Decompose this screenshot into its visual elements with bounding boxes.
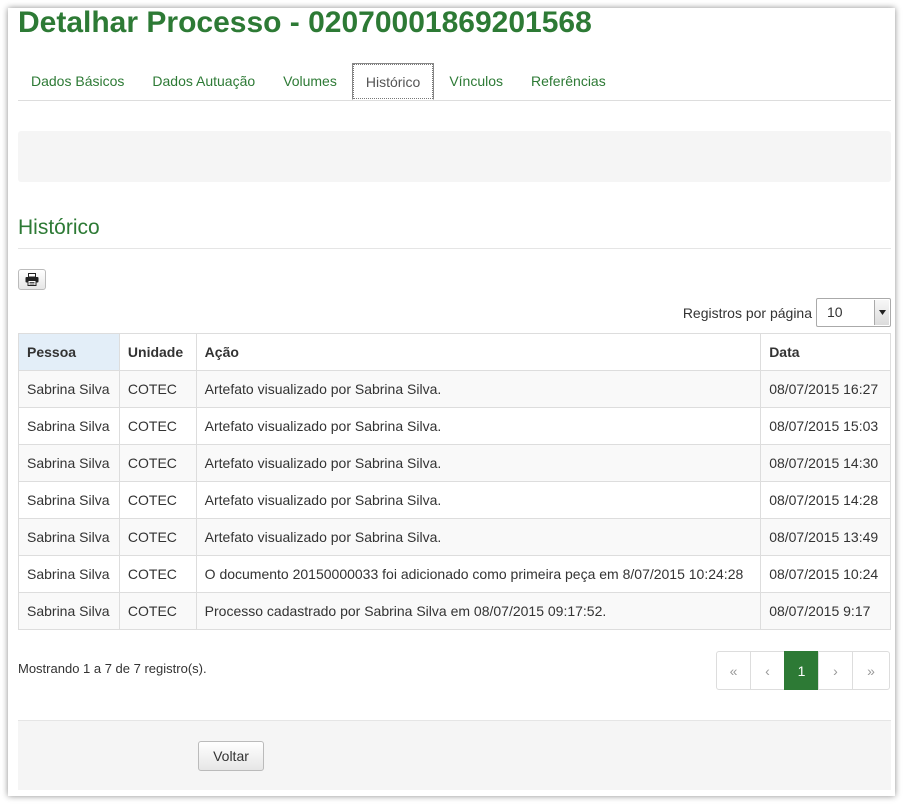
column-header-unidade[interactable]: Unidade [118, 333, 197, 371]
back-button[interactable]: Voltar [198, 741, 264, 771]
tab-bar: Dados Básicos Dados Autuação Volumes His… [18, 63, 891, 101]
cell-unidade: COTEC [118, 407, 197, 445]
column-header-pessoa[interactable]: Pessoa [18, 333, 120, 371]
cell-unidade: COTEC [118, 481, 197, 519]
pagination-prev-button[interactable]: ‹ [750, 651, 785, 690]
records-per-page-value: 10 [827, 304, 843, 320]
column-header-data[interactable]: Data [760, 333, 891, 371]
cell-pessoa: Sabrina Silva [18, 370, 120, 408]
table-row: Sabrina Silva COTEC Artefato visualizado… [18, 407, 891, 445]
cell-data: 08/07/2015 14:30 [760, 444, 891, 482]
form-actions-bar: Voltar [18, 720, 891, 790]
section-title: Histórico [18, 216, 891, 249]
cell-acao: Processo cadastrado por Sabrina Silva em… [195, 592, 762, 630]
tab-dados-basicos[interactable]: Dados Básicos [18, 63, 137, 100]
tab-volumes[interactable]: Volumes [270, 63, 350, 100]
printer-icon [25, 273, 39, 286]
cell-data: 08/07/2015 10:24 [760, 555, 891, 593]
cell-acao: Artefato visualizado por Sabrina Silva. [195, 407, 762, 445]
tab-referencias[interactable]: Referências [518, 63, 619, 100]
cell-unidade: COTEC [118, 592, 197, 630]
table-row: Sabrina Silva COTEC Processo cadastrado … [18, 592, 891, 630]
history-table: Pessoa Unidade Ação Data Sabrina Silva C… [18, 333, 891, 630]
tab-vinculos[interactable]: Vínculos [436, 63, 516, 100]
cell-pessoa: Sabrina Silva [18, 518, 120, 556]
table-row: Sabrina Silva COTEC Artefato visualizado… [18, 481, 891, 519]
cell-unidade: COTEC [118, 518, 197, 556]
cell-acao: O documento 20150000033 foi adicionado c… [195, 555, 762, 593]
table-row: Sabrina Silva COTEC O documento 20150000… [18, 555, 891, 593]
chevron-down-icon [874, 300, 889, 325]
cell-data: 08/07/2015 9:17 [760, 592, 891, 630]
page-title: Detalhar Processo - 02070001869201568 [18, 6, 592, 39]
pagination-first-button[interactable]: « [716, 651, 751, 690]
records-per-page-select[interactable]: 10 [816, 298, 891, 327]
tab-historico[interactable]: Histórico [351, 63, 435, 100]
cell-unidade: COTEC [118, 555, 197, 593]
pagination: « ‹ 1 › » [716, 651, 890, 690]
cell-pessoa: Sabrina Silva [18, 592, 120, 630]
cell-acao: Artefato visualizado por Sabrina Silva. [195, 481, 762, 519]
cell-pessoa: Sabrina Silva [18, 555, 120, 593]
cell-data: 08/07/2015 16:27 [760, 370, 891, 408]
cell-unidade: COTEC [118, 370, 197, 408]
cell-acao: Artefato visualizado por Sabrina Silva. [195, 370, 762, 408]
records-per-page-label: Registros por página [682, 304, 812, 321]
table-header-row: Pessoa Unidade Ação Data [18, 333, 891, 371]
filter-panel [18, 131, 891, 182]
cell-data: 08/07/2015 13:49 [760, 518, 891, 556]
cell-acao: Artefato visualizado por Sabrina Silva. [195, 518, 762, 556]
cell-pessoa: Sabrina Silva [18, 407, 120, 445]
cell-acao: Artefato visualizado por Sabrina Silva. [195, 444, 762, 482]
tab-dados-autuacao[interactable]: Dados Autuação [139, 63, 268, 100]
pagination-page-1[interactable]: 1 [784, 651, 819, 690]
pagination-last-button[interactable]: » [852, 651, 890, 690]
cell-data: 08/07/2015 15:03 [760, 407, 891, 445]
print-button[interactable] [18, 269, 46, 290]
cell-unidade: COTEC [118, 444, 197, 482]
cell-pessoa: Sabrina Silva [18, 481, 120, 519]
pagination-next-button[interactable]: › [818, 651, 853, 690]
records-summary: Mostrando 1 a 7 de 7 registro(s). [18, 661, 207, 676]
cell-pessoa: Sabrina Silva [18, 444, 120, 482]
table-row: Sabrina Silva COTEC Artefato visualizado… [18, 370, 891, 408]
table-row: Sabrina Silva COTEC Artefato visualizado… [18, 518, 891, 556]
cell-data: 08/07/2015 14:28 [760, 481, 891, 519]
column-header-acao[interactable]: Ação [195, 333, 762, 371]
records-per-page: Registros por página 10 [683, 298, 891, 327]
table-row: Sabrina Silva COTEC Artefato visualizado… [18, 444, 891, 482]
